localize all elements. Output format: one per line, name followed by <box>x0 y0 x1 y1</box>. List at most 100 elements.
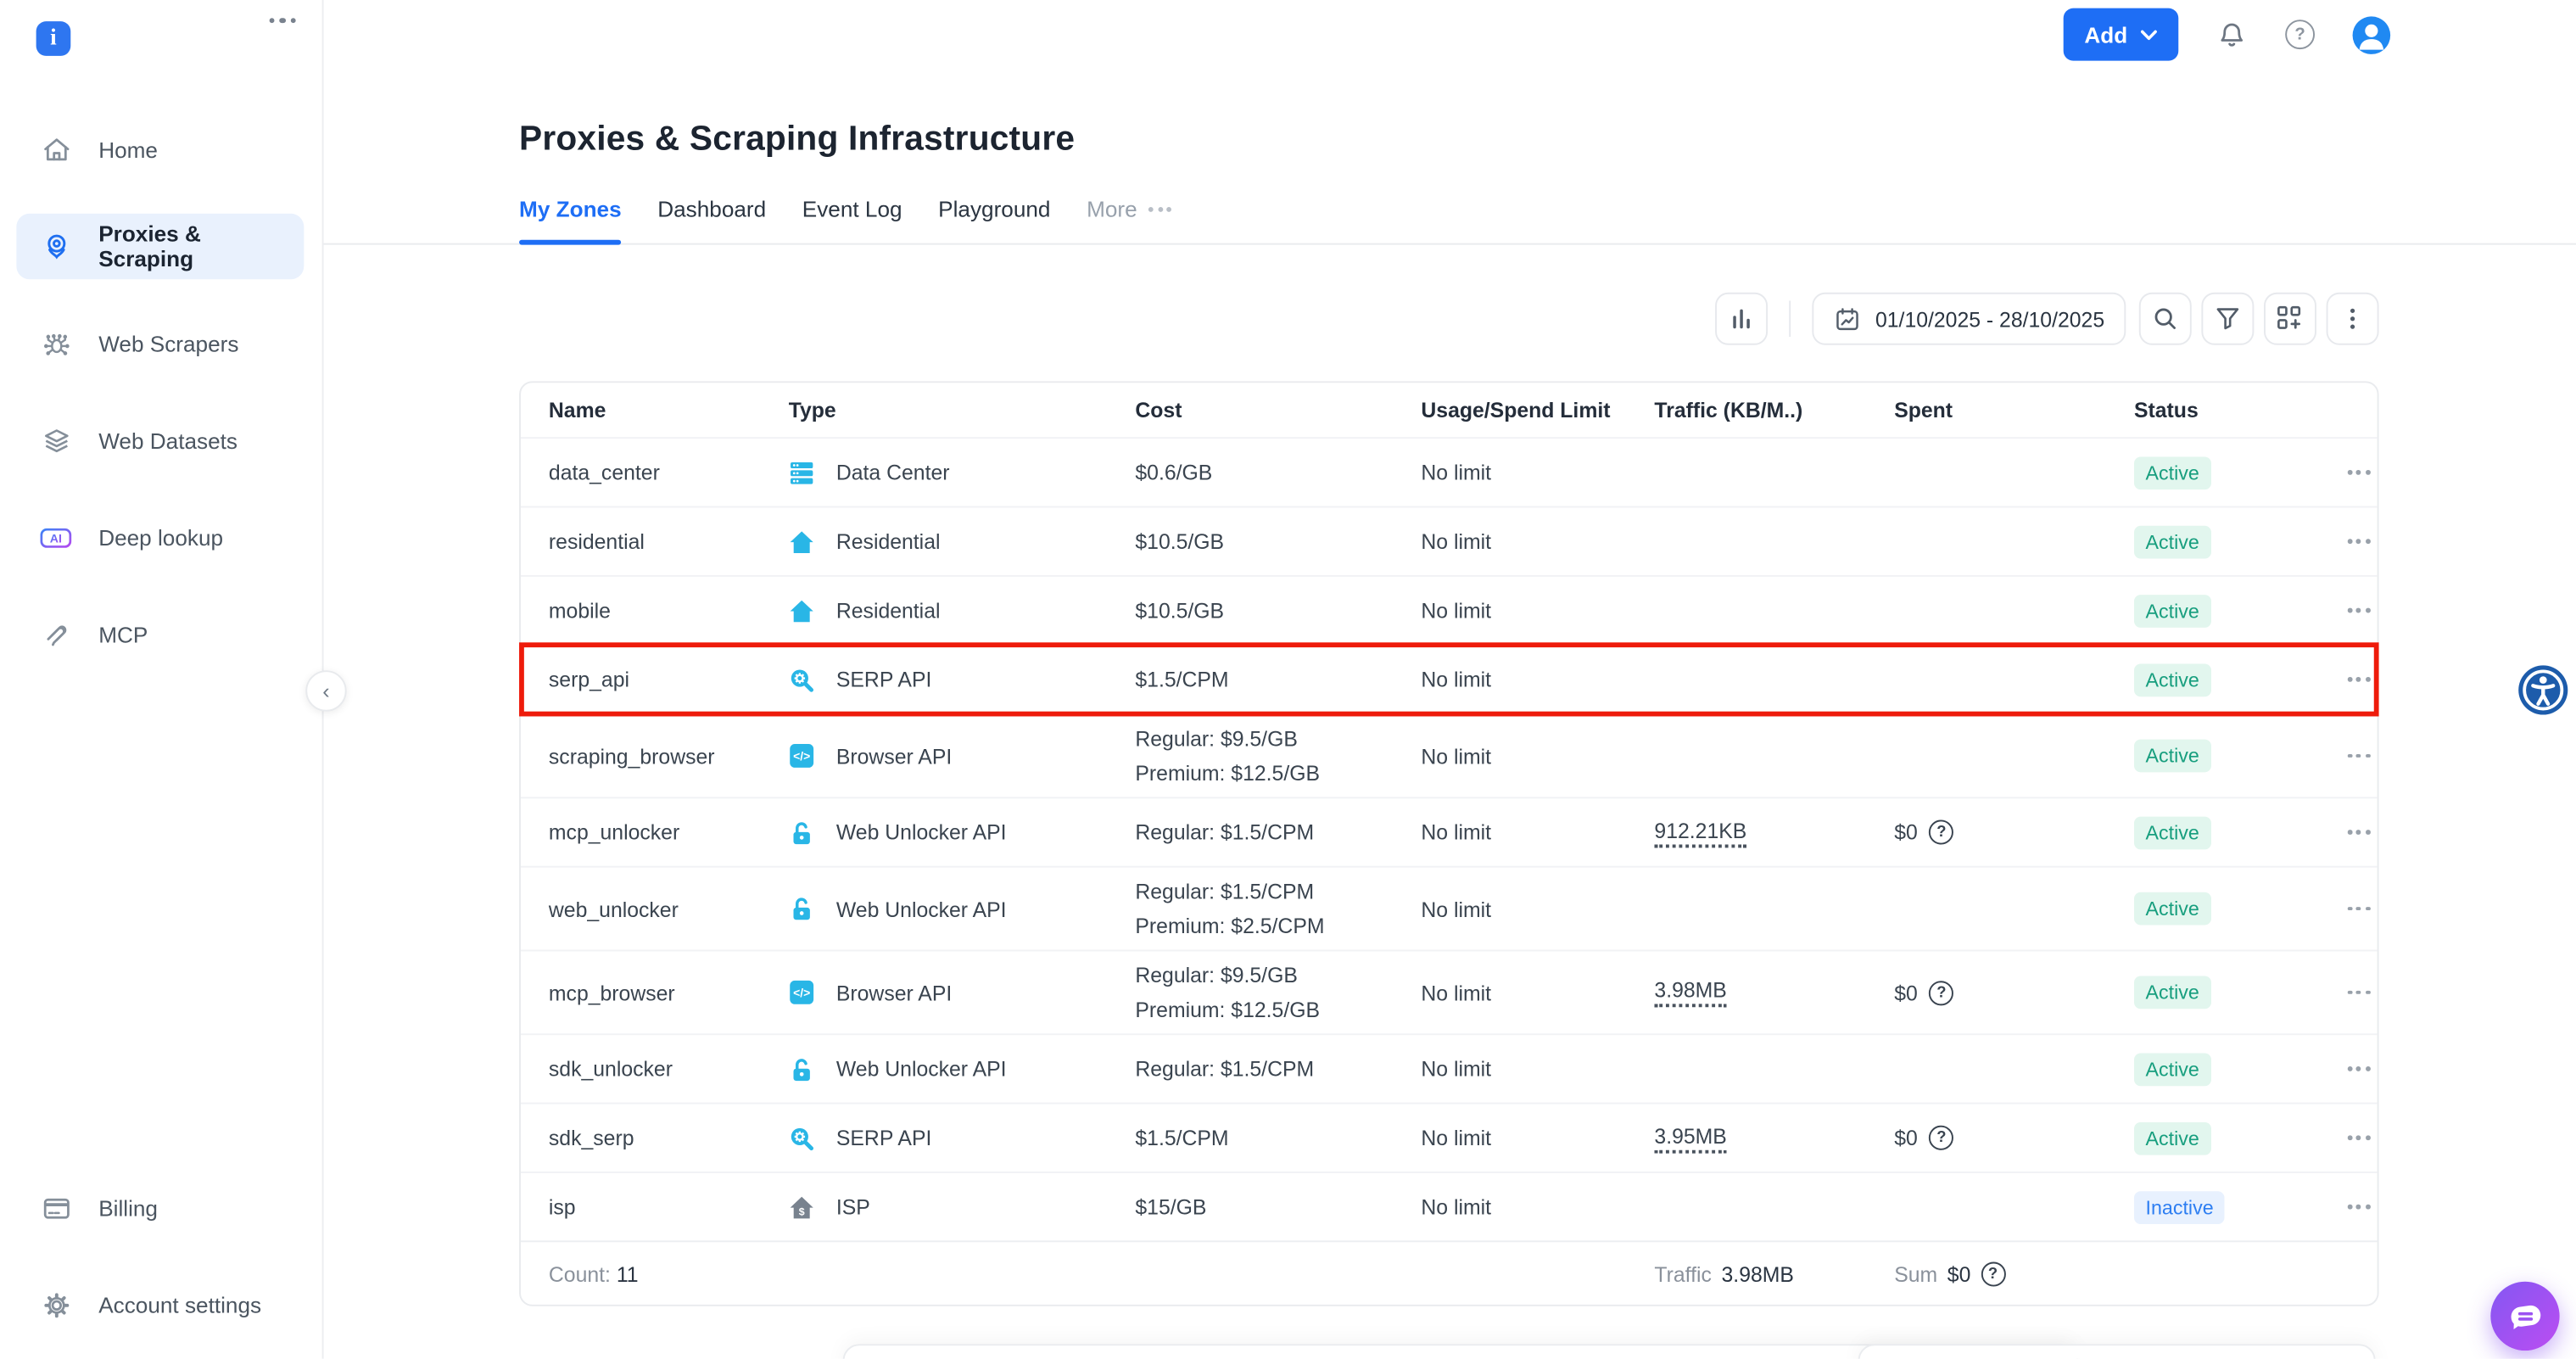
layers-icon <box>39 424 72 457</box>
sidebar-menu-button[interactable] <box>269 18 295 24</box>
zone-usage-limit: No limit <box>1421 1194 1654 1219</box>
sidebar-collapse-button[interactable]: ‹ <box>305 670 346 711</box>
code-icon: </> <box>789 742 815 769</box>
filter-funnel-icon[interactable] <box>2201 293 2254 345</box>
zone-name: web_unlocker <box>549 897 789 921</box>
zone-name: serp_api <box>549 667 789 691</box>
status-badge: Active <box>2134 1053 2210 1086</box>
tab-my-zones[interactable]: My Zones <box>519 197 622 243</box>
zone-usage-limit: No limit <box>1421 460 1654 484</box>
help-icon[interactable]: ? <box>1929 980 1953 1004</box>
ai-badge-icon: AI <box>39 521 72 554</box>
zone-traffic-value[interactable]: 912.21KB <box>1654 818 1746 847</box>
zone-name: sdk_unlocker <box>549 1056 789 1081</box>
date-range-button[interactable]: 01/10/2025 - 28/10/2025 <box>1811 293 2126 345</box>
app-window: i Home Proxies & Scraping Web Scrapers Web … <box>0 0 2576 1359</box>
table-row-mcp_unlocker[interactable]: mcp_unlockerWeb Unlocker APIRegular: $1.… <box>521 797 2378 865</box>
house-dollar-icon: $ <box>789 1194 815 1220</box>
zone-traffic-value[interactable]: 3.95MB <box>1654 1123 1726 1153</box>
zone-type-label: Residential <box>836 529 941 554</box>
help-icon[interactable]: ? <box>1929 1126 1953 1150</box>
sidebar-item-billing[interactable]: Billing <box>16 1175 304 1240</box>
tab-dashboard[interactable]: Dashboard <box>657 197 766 243</box>
row-menu-button[interactable] <box>2344 461 2373 485</box>
sidebar-item-proxies-scraping[interactable]: Proxies & Scraping <box>16 214 304 279</box>
bottom-card-right <box>1858 1344 2376 1358</box>
sidebar-item-label: Billing <box>98 1195 158 1220</box>
sidebar-item-mcp[interactable]: MCP <box>16 601 304 667</box>
zone-type: Residential <box>789 528 1136 555</box>
zone-cost: $10.5/GB <box>1135 593 1421 628</box>
sidebar-item-web-datasets[interactable]: Web Datasets <box>16 407 304 473</box>
row-menu-button[interactable] <box>2344 1057 2373 1082</box>
zone-cost: Regular: $9.5/GBPremium: $12.5/GB <box>1135 958 1421 1026</box>
zone-usage-limit: No limit <box>1421 667 1654 691</box>
table-row-web_unlocker[interactable]: web_unlockerWeb Unlocker APIRegular: $1.… <box>521 866 2378 950</box>
table-row-residential[interactable]: residentialResidential$10.5/GBNo limitAc… <box>521 506 2378 575</box>
sidebar-item-label: Home <box>98 137 158 162</box>
sidebar-nav: Home Proxies & Scraping Web Scrapers Web Da… <box>16 117 304 668</box>
grid-plus-icon[interactable] <box>2264 293 2316 345</box>
mcp-icon <box>39 618 72 651</box>
zone-cost: Regular: $1.5/CPM <box>1135 1052 1421 1087</box>
user-avatar[interactable] <box>2353 15 2391 53</box>
add-button[interactable]: Add <box>2063 8 2178 61</box>
row-menu-button[interactable] <box>2344 820 2373 845</box>
help-icon[interactable]: ? <box>1981 1261 2005 1286</box>
tab-label: Event Log <box>802 197 902 221</box>
brand-logo[interactable]: i <box>36 21 71 56</box>
table-row-sdk_unlocker[interactable]: sdk_unlockerWeb Unlocker APIRegular: $1.… <box>521 1033 2378 1102</box>
zone-traffic-value[interactable]: 3.98MB <box>1654 977 1726 1007</box>
sidebar-item-home[interactable]: Home <box>16 117 304 182</box>
table-row-isp[interactable]: isp$ISP$15/GBNo limitInactive <box>521 1172 2378 1240</box>
sidebar-item-account-settings[interactable]: Account settings <box>16 1272 304 1337</box>
sidebar-item-label: Account settings <box>98 1292 261 1317</box>
svg-text:</>: </> <box>793 986 810 999</box>
row-menu-button[interactable] <box>2344 529 2373 554</box>
sidebar-item-deep-lookup[interactable]: AIDeep lookup <box>16 505 304 570</box>
zone-cost: $0.6/GB <box>1135 456 1421 490</box>
sidebar-item-label: Proxies & Scraping <box>98 221 281 271</box>
zone-status: Active <box>2134 663 2344 696</box>
row-menu-button[interactable] <box>2344 1126 2373 1150</box>
sidebar-item-label: Web Datasets <box>98 428 237 453</box>
row-menu-button[interactable] <box>2344 598 2373 623</box>
calendar-trend-icon <box>1833 305 1861 333</box>
row-menu-button[interactable] <box>2344 897 2373 921</box>
search-icon[interactable] <box>2139 293 2192 345</box>
svg-text:$: $ <box>799 1205 805 1217</box>
zone-type-label: SERP API <box>836 667 932 691</box>
zone-status: Inactive <box>2134 1190 2344 1223</box>
status-badge: Active <box>2134 976 2210 1009</box>
row-menu-button[interactable] <box>2344 668 2373 692</box>
tab-event-log[interactable]: Event Log <box>802 197 902 243</box>
table-row-mobile[interactable]: mobileResidential$10.5/GBNo limitActive <box>521 575 2378 644</box>
tab-label: My Zones <box>519 197 622 221</box>
column-header-cost: Cost <box>1135 398 1421 422</box>
accessibility-icon[interactable] <box>2518 665 2568 714</box>
zone-type: </>Browser API <box>789 979 1136 1005</box>
bar-chart-icon[interactable] <box>1714 293 1767 345</box>
zone-status: Active <box>2134 594 2344 627</box>
help-icon[interactable]: ? <box>2285 20 2315 49</box>
table-row-data_center[interactable]: data_centerData Center$0.6/GBNo limitAct… <box>521 437 2378 506</box>
tab-playground[interactable]: Playground <box>938 197 1050 243</box>
sidebar-item-web-scrapers[interactable]: Web Scrapers <box>16 310 304 376</box>
kebab-vertical-icon[interactable] <box>2327 293 2379 345</box>
help-icon[interactable]: ? <box>1929 819 1953 844</box>
bell-icon[interactable] <box>2216 19 2248 50</box>
table-row-serp_api[interactable]: serp_apiSERP API$1.5/CPMNo limitActive <box>521 644 2378 713</box>
traffic-total: Traffic 3.98MB <box>1654 1261 1894 1286</box>
chat-bubble-icon[interactable] <box>2490 1282 2559 1351</box>
tab-more[interactable]: More <box>1087 197 1171 243</box>
zone-status: Active <box>2134 976 2344 1009</box>
row-menu-button[interactable] <box>2344 981 2373 1005</box>
table-row-scraping_browser[interactable]: scraping_browser</>Browser APIRegular: $… <box>521 713 2378 797</box>
table-row-mcp_browser[interactable]: mcp_browser</>Browser APIRegular: $9.5/G… <box>521 950 2378 1034</box>
status-badge: Active <box>2134 816 2210 849</box>
row-menu-button[interactable] <box>2344 744 2373 769</box>
table-row-sdk_serp[interactable]: sdk_serpSERP API$1.5/CPMNo limit3.95MB$0… <box>521 1103 2378 1172</box>
row-menu-button[interactable] <box>2344 1194 2373 1219</box>
spider-icon <box>39 327 72 360</box>
column-header-type: Type <box>789 398 1136 422</box>
